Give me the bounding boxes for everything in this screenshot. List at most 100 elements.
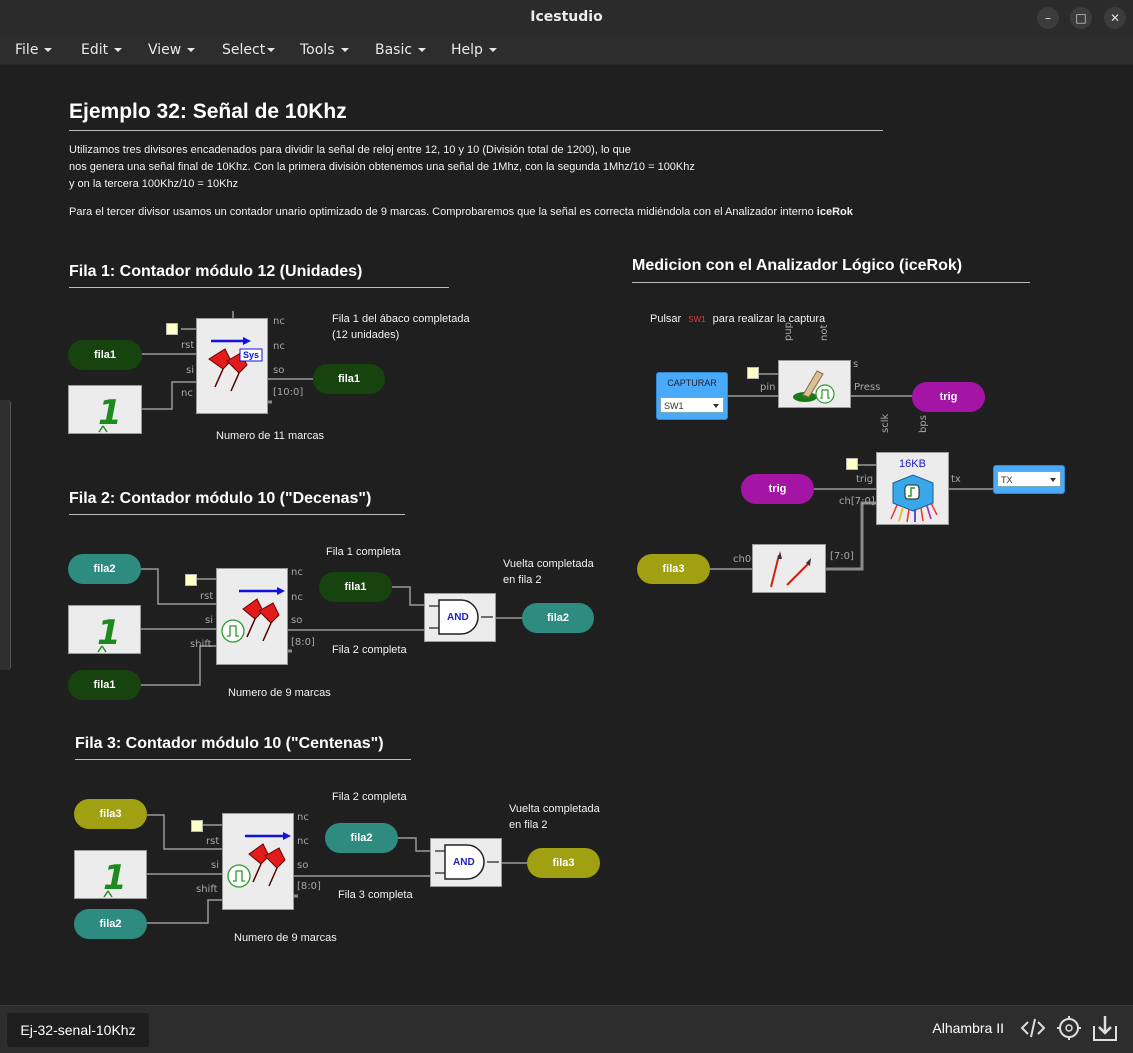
menu-basic[interactable]: Basic — [375, 42, 427, 58]
fila2-and-gate[interactable]: AND — [424, 593, 496, 642]
chevron-down-icon — [187, 48, 196, 52]
fila1-counter-block[interactable]: Sys — [196, 318, 268, 414]
design-canvas[interactable]: Ejemplo 32: Señal de 10Khz Utilizamos tr… — [0, 65, 1133, 1005]
fila2-const-block[interactable]: 1 — [68, 605, 141, 654]
fila2-note-top: Fila 1 completa — [326, 546, 401, 558]
menubar: File Edit View Select Tools Basic Help — [0, 36, 1133, 65]
port-bus: [10:0] — [273, 387, 304, 398]
tx-output[interactable]: TX — [993, 465, 1065, 494]
menu-edit-label: Edit — [81, 42, 109, 58]
probe-bus-block[interactable] — [752, 544, 826, 593]
pushpin-shift-icon — [227, 832, 291, 888]
chevron-down-icon — [340, 48, 349, 52]
fila1-const-block[interactable]: 1 — [68, 385, 142, 434]
menu-edit[interactable]: Edit — [81, 42, 123, 58]
upload-icon[interactable] — [1091, 1014, 1119, 1044]
menu-help[interactable]: Help — [451, 42, 497, 58]
fila3-note-top: Fila 2 completa — [332, 791, 407, 803]
chevron-down-icon — [44, 48, 53, 52]
fila3-fila2-mid-pill[interactable]: fila2 — [325, 823, 398, 853]
fila2-output-pill[interactable]: fila2 — [522, 603, 594, 633]
trig-input-pill[interactable]: trig — [741, 474, 814, 504]
port-ch0: ch0 — [733, 554, 752, 565]
port-shift: shift — [190, 639, 212, 650]
fila3-input-pill[interactable]: fila3 — [74, 799, 147, 829]
intro-para-2-text: Para el tercer divisor usamos un contado… — [69, 206, 814, 218]
tx-select[interactable]: TX — [997, 471, 1061, 487]
fila3-vuelta-2: en fila 2 — [509, 819, 548, 831]
capturar-select[interactable]: SW1 — [660, 397, 724, 413]
pulsar-rest: para realizar la captura — [712, 313, 826, 325]
fila1-param-box[interactable] — [166, 323, 178, 335]
port-rst: rst — [181, 340, 195, 351]
fila2-param-box[interactable] — [185, 574, 197, 586]
icerok-param-box[interactable] — [846, 458, 858, 470]
fila2-input-pill[interactable]: fila2 — [68, 554, 141, 584]
port-shift: shift — [196, 884, 218, 895]
title-divider — [69, 130, 883, 131]
capturar-title: CAPTURAR — [667, 378, 717, 388]
chevron-down-icon — [1050, 478, 1056, 482]
port-bus: [8:0] — [297, 881, 321, 892]
port-pup: pup — [783, 321, 794, 341]
port-sclk: sclk — [880, 413, 891, 433]
fila3-output-pill[interactable]: fila3 — [527, 848, 600, 878]
port-pin: pin — [760, 382, 776, 393]
fila3-fila2-input-pill[interactable]: fila2 — [74, 909, 147, 939]
chevron-down-icon — [267, 48, 276, 52]
window-title: Icestudio — [530, 9, 603, 25]
fila1-input-pill[interactable]: fila1 — [68, 340, 142, 370]
menu-file[interactable]: File — [15, 42, 53, 58]
fila3-and-gate[interactable]: AND — [430, 838, 502, 887]
chevron-down-icon — [713, 404, 719, 408]
fila2-vuelta-1: Vuelta completada — [503, 558, 594, 570]
port-so: so — [297, 860, 309, 871]
icerok-block[interactable]: 16KB — [876, 452, 949, 525]
fila2-counter-block[interactable] — [216, 568, 288, 665]
fila3-heading: Fila 3: Contador módulo 10 ("Centenas") — [75, 735, 384, 752]
analyzer-fila3-pill[interactable]: fila3 — [637, 554, 710, 584]
constant-one-icon: 1 — [97, 613, 121, 653]
board-name[interactable]: Alhambra II — [932, 1020, 1004, 1036]
port-so: so — [273, 365, 285, 376]
maximize-button[interactable]: □ — [1070, 7, 1092, 29]
fila3-counter-block[interactable] — [222, 813, 294, 910]
button-block[interactable] — [778, 360, 851, 408]
menu-select[interactable]: Select — [222, 42, 276, 58]
icerok-size: 16KB — [899, 458, 926, 470]
menu-file-label: File — [15, 42, 39, 58]
code-icon[interactable] — [1019, 1014, 1047, 1042]
port-trig: trig — [856, 474, 874, 485]
menu-tools[interactable]: Tools — [300, 42, 349, 58]
fila3-param-box[interactable] — [191, 820, 203, 832]
fila2-fila1-input-pill[interactable]: fila1 — [68, 670, 141, 700]
port-rst: rst — [200, 591, 214, 602]
trig-output-pill[interactable]: trig — [912, 382, 985, 412]
page-title: Ejemplo 32: Señal de 10Khz — [69, 100, 347, 123]
menu-help-label: Help — [451, 42, 483, 58]
fila2-heading: Fila 2: Contador módulo 10 ("Decenas") — [69, 490, 372, 507]
tx-select-value: TX — [1001, 475, 1013, 485]
constant-one-icon: 1 — [98, 393, 122, 433]
port-si: si — [211, 860, 219, 871]
project-tab[interactable]: Ej-32-senal-10Khz — [7, 1013, 149, 1047]
gear-code-icon[interactable] — [1055, 1014, 1083, 1042]
intro-line-2: nos genera una señal final de 10Khz. Con… — [69, 161, 695, 173]
minimize-button[interactable]: – — [1037, 7, 1059, 29]
menu-view[interactable]: View — [148, 42, 196, 58]
fila3-vuelta-1: Vuelta completada — [509, 803, 600, 815]
port-nc-1: nc — [291, 567, 303, 578]
chevron-down-icon — [488, 48, 497, 52]
sys-label: Sys — [243, 350, 260, 360]
port-bps: bps — [918, 415, 929, 433]
capturar-input[interactable]: CAPTURAR SW1 — [656, 372, 728, 420]
port-nc-2: nc — [297, 836, 309, 847]
button-param-box[interactable] — [747, 367, 759, 379]
probe-icon — [770, 551, 811, 588]
port-ch: ch[7:0] — [839, 496, 875, 507]
fila3-divider — [75, 759, 411, 760]
close-button[interactable]: ✕ — [1104, 7, 1126, 29]
fila1-output-pill[interactable]: fila1 — [313, 364, 385, 394]
fila2-fila1-mid-pill[interactable]: fila1 — [319, 572, 392, 602]
fila3-const-block[interactable]: 1 — [74, 850, 147, 899]
